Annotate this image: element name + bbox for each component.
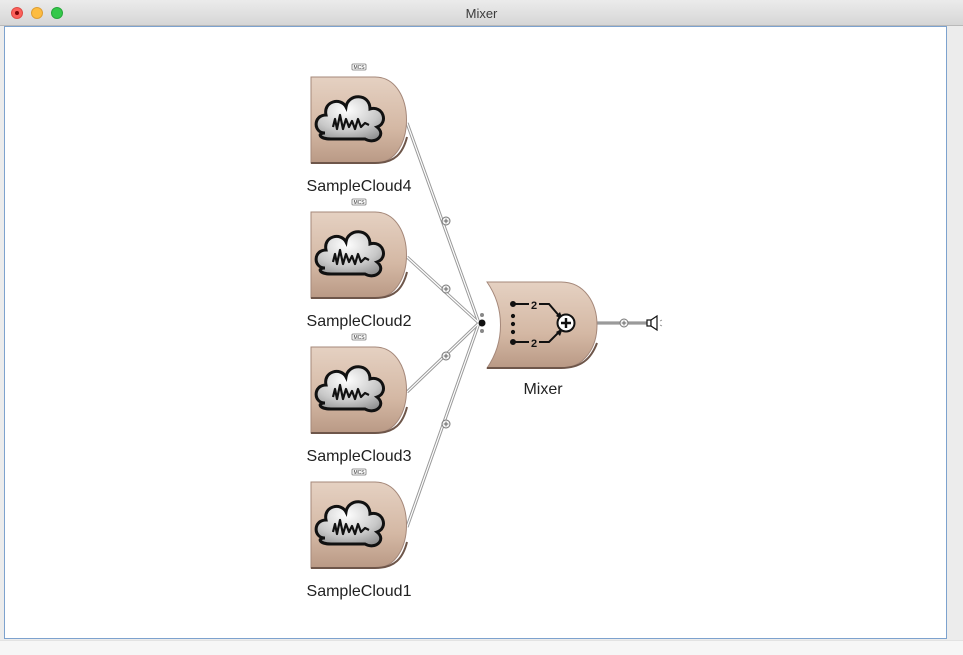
mixer-channel-bottom: 2 <box>531 338 537 350</box>
mcs-badge-label: MCS <box>353 335 365 341</box>
window-title: Mixer <box>465 6 498 21</box>
plus-knob-icon[interactable] <box>441 284 451 294</box>
source-node-samplecloud3[interactable]: MCS SampleCloud3 <box>307 333 412 465</box>
source-node-samplecloud2[interactable]: MCS SampleCloud2 <box>307 198 412 330</box>
title-bar: Mixer <box>0 0 963 26</box>
source-node-samplecloud1[interactable]: MCS SampleCloud1 <box>307 468 412 600</box>
node-label: Mixer <box>523 381 563 398</box>
plus-knob-icon[interactable] <box>441 419 451 429</box>
mcs-badge-label: MCS <box>353 65 365 71</box>
plus-knob-icon[interactable] <box>619 318 629 328</box>
plus-knob-icon[interactable] <box>441 351 451 361</box>
node-label: SampleCloud2 <box>307 313 412 330</box>
node-label: SampleCloud1 <box>307 583 412 600</box>
mixer-input-port[interactable] <box>478 313 486 333</box>
patch-canvas[interactable]: MCS SampleCloud4 MCS SampleCloud2 MCS Sa… <box>4 26 947 639</box>
speaker-icon[interactable] <box>646 314 663 332</box>
horizontal-scrollbar[interactable] <box>0 640 963 655</box>
mcs-badge-label: MCS <box>353 200 365 206</box>
mcs-badge-label: MCS <box>353 470 365 476</box>
source-node-samplecloud4[interactable]: MCS SampleCloud4 <box>307 63 412 195</box>
node-label: SampleCloud4 <box>307 178 412 195</box>
node-label: SampleCloud3 <box>307 448 412 465</box>
mixer-channel-top: 2 <box>531 300 537 312</box>
plus-knob-icon[interactable] <box>441 216 451 226</box>
mixer-node[interactable]: 2 2 Mixer <box>486 281 598 398</box>
